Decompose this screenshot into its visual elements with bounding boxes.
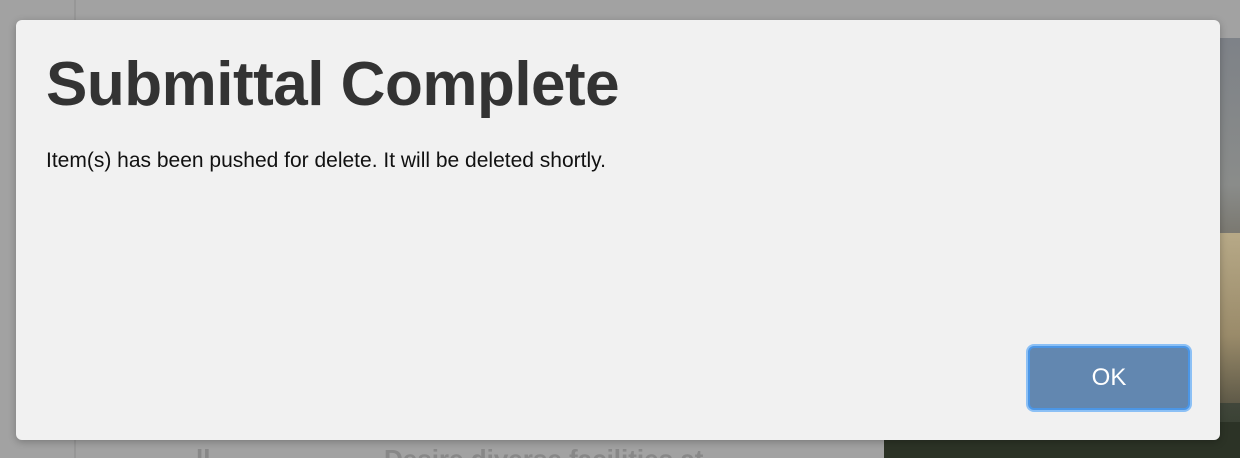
dialog-title: Submittal Complete: [46, 50, 620, 119]
background-text-heading: Desire diverse facilities at: [384, 444, 703, 458]
ok-button[interactable]: OK: [1028, 346, 1190, 410]
submittal-complete-dialog: Submittal Complete Item(s) has been push…: [16, 20, 1220, 440]
background-text-fragment: ll: [196, 444, 210, 458]
dialog-message: Item(s) has been pushed for delete. It w…: [46, 149, 606, 172]
